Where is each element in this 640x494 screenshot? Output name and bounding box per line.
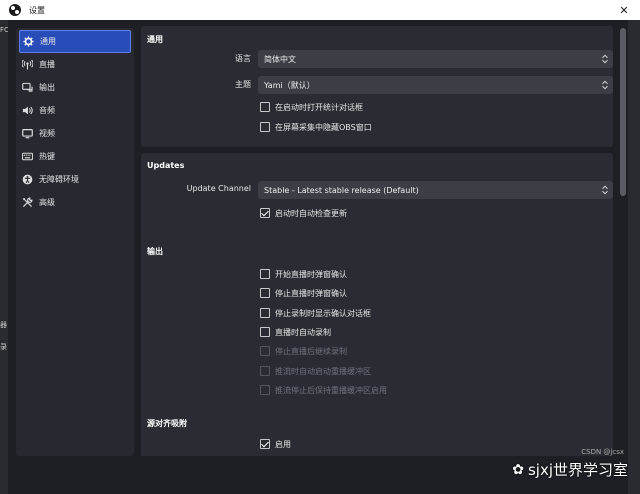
- gear-icon: [23, 36, 34, 47]
- settings-content: 通用 语言 简体中文 主题 Yami（默认） 在启动时打开统计对话框 在屏幕采集…: [141, 26, 619, 456]
- settings-dialog: 通用 直播 输出 音频 视频 热键 无障碍环境 高级 通用 语言 简体中文 主题…: [8, 20, 628, 476]
- checkbox-label: 停止直播时弹窗确认: [275, 288, 347, 298]
- language-label: 语言: [235, 54, 251, 63]
- watermark-text: sjxj世界学习室: [527, 461, 628, 479]
- monitor-icon: [22, 129, 33, 139]
- checkbox-label: 推流停止后保持重播缓冲区启用: [275, 385, 387, 395]
- sidebar-item-advanced[interactable]: 高级: [16, 191, 134, 214]
- sidebar-item-audio[interactable]: 音频: [16, 99, 134, 122]
- checkbox-box[interactable]: [260, 122, 270, 132]
- section-title: 输出: [147, 247, 163, 256]
- sidebar-item-video[interactable]: 视频: [16, 122, 134, 145]
- checkbox-label: 开始直播时弹窗确认: [275, 269, 347, 279]
- confirm-start-stream-checkbox[interactable]: 开始直播时弹窗确认: [260, 267, 347, 281]
- auto-check-updates-checkbox[interactable]: 启动时自动检查更新: [260, 206, 347, 220]
- sidebar-item-accessibility[interactable]: 无障碍环境: [16, 168, 134, 191]
- auto-record-checkbox[interactable]: 直播时自动录制: [260, 325, 331, 339]
- section-snapping: 源对齐吸附 启用: [141, 410, 613, 456]
- section-title: Updates: [147, 161, 185, 170]
- checkbox-box: [260, 366, 270, 376]
- open-stats-checkbox[interactable]: 在启动时打开统计对话框: [260, 100, 363, 114]
- speaker-icon: [22, 106, 33, 115]
- checkbox-label: 在屏幕采集中隐藏OBS窗口: [275, 122, 372, 132]
- checkbox-box[interactable]: [260, 327, 270, 337]
- checkbox-label: 推流时自动启动重播缓冲区: [275, 366, 371, 376]
- content-scrollbar[interactable]: [620, 28, 626, 456]
- background-app-left-edge: FC 器 录: [0, 20, 9, 494]
- accessibility-icon: [22, 174, 33, 185]
- theme-label: 主题: [235, 80, 251, 89]
- keep-recording-checkbox: 停止直播后继续录制: [260, 344, 347, 358]
- sidebar-item-label: 通用: [40, 37, 56, 46]
- sidebar-item-label: 高级: [39, 198, 55, 207]
- checkbox-box[interactable]: [260, 208, 270, 218]
- update-channel-select[interactable]: Stable - Latest stable release (Default): [258, 181, 613, 199]
- sidebar-item-label: 热键: [39, 152, 55, 161]
- settings-sidebar: 通用 直播 输出 音频 视频 热键 无障碍环境 高级: [16, 28, 134, 456]
- section-title: 源对齐吸附: [147, 419, 187, 428]
- update-channel-value: Stable - Latest stable release (Default): [264, 185, 419, 195]
- tools-icon: [22, 197, 33, 208]
- checkbox-label: 在启动时打开统计对话框: [275, 102, 363, 112]
- checkbox-box[interactable]: [260, 439, 270, 449]
- checkbox-box: [260, 385, 270, 395]
- close-button[interactable]: ✕: [608, 0, 640, 20]
- checkbox-label: 直播时自动录制: [275, 327, 331, 337]
- checkbox-label: 启动时自动检查更新: [275, 208, 347, 218]
- update-channel-label: Update Channel: [186, 184, 251, 193]
- enable-snapping-checkbox[interactable]: 启用: [260, 437, 291, 451]
- language-select[interactable]: 简体中文: [258, 50, 613, 68]
- theme-value: Yami（默认）: [264, 80, 315, 90]
- sidebar-item-label: 输出: [39, 83, 55, 92]
- section-output: 输出 开始直播时弹窗确认 停止直播时弹窗确认 停止录制时显示确认对话框 直播时自…: [141, 238, 613, 413]
- section-general: 通用 语言 简体中文 主题 Yami（默认） 在启动时打开统计对话框 在屏幕采集…: [141, 26, 613, 147]
- keep-replay-buffer-checkbox: 推流停止后保持重播缓冲区启用: [260, 383, 387, 397]
- window-title: 设置: [29, 5, 45, 15]
- checkbox-label: 停止直播后继续录制: [275, 346, 347, 356]
- keyboard-icon: [22, 152, 33, 161]
- section-updates: Updates Update Channel Stable - Latest s…: [141, 153, 613, 249]
- sidebar-item-label: 视频: [39, 129, 55, 138]
- confirm-stop-stream-checkbox[interactable]: 停止直播时弹窗确认: [260, 286, 347, 300]
- checkbox-label: 停止录制时显示确认对话框: [275, 308, 371, 318]
- sidebar-item-label: 直播: [39, 60, 55, 69]
- title-bar: 设置 ✕: [0, 0, 640, 20]
- theme-select[interactable]: Yami（默认）: [258, 76, 613, 94]
- updown-chevron-icon: [602, 80, 608, 90]
- obs-logo-icon: [9, 4, 21, 16]
- replay-buffer-auto-checkbox: 推流时自动启动重播缓冲区: [260, 364, 371, 378]
- paw-icon: ✿: [512, 461, 524, 478]
- watermark-sub: CSDN @jcsx: [581, 448, 624, 456]
- sidebar-item-label: 音频: [39, 106, 55, 115]
- hide-obs-checkbox[interactable]: 在屏幕采集中隐藏OBS窗口: [260, 120, 372, 134]
- scrollbar-thumb[interactable]: [620, 28, 626, 196]
- checkbox-box[interactable]: [260, 102, 270, 112]
- language-value: 简体中文: [264, 54, 296, 64]
- checkbox-box[interactable]: [260, 308, 270, 318]
- output-icon: [22, 82, 33, 92]
- sidebar-item-output[interactable]: 输出: [16, 76, 134, 99]
- checkbox-box: [260, 346, 270, 356]
- background-fragment: 录: [0, 343, 7, 351]
- antenna-icon: [22, 59, 33, 70]
- sidebar-item-general[interactable]: 通用: [19, 30, 131, 53]
- watermark: ✿ sjxj世界学习室: [512, 459, 628, 480]
- updown-chevron-icon: [602, 54, 608, 64]
- sidebar-item-label: 无障碍环境: [39, 175, 79, 184]
- checkbox-box[interactable]: [260, 269, 270, 279]
- background-fragment: 器: [0, 321, 7, 329]
- sidebar-item-stream[interactable]: 直播: [16, 53, 134, 76]
- updown-chevron-icon: [602, 185, 608, 195]
- confirm-stop-record-checkbox[interactable]: 停止录制时显示确认对话框: [260, 306, 371, 320]
- background-app-right-edge: [628, 20, 640, 494]
- background-fragment: FC: [0, 26, 9, 34]
- sidebar-item-hotkeys[interactable]: 热键: [16, 145, 134, 168]
- checkbox-label: 启用: [275, 439, 291, 449]
- section-title: 通用: [147, 35, 163, 44]
- checkbox-box[interactable]: [260, 288, 270, 298]
